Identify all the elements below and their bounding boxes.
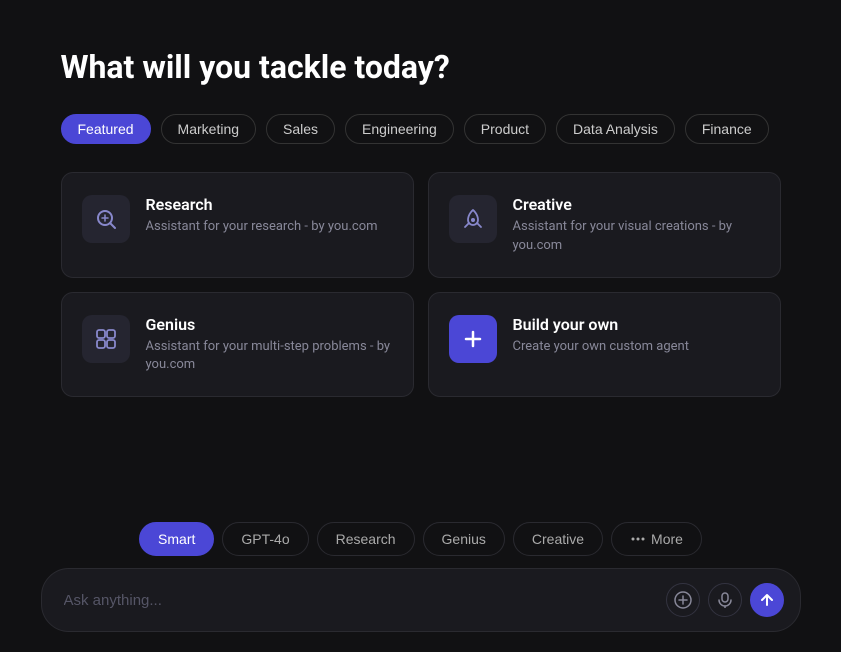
mode-tab-creative[interactable]: Creative [513, 522, 603, 556]
input-bar [41, 568, 801, 632]
genius-card-title: Genius [146, 315, 393, 334]
mode-tabs: Smart GPT-4o Research Genius Creative Mo… [139, 522, 702, 556]
card-research[interactable]: Research Assistant for your research - b… [61, 172, 414, 277]
genius-icon [82, 315, 130, 363]
ask-input[interactable] [64, 592, 656, 609]
build-your-own-card-title: Build your own [513, 315, 689, 334]
cards-grid: Research Assistant for your research - b… [61, 172, 781, 397]
filter-tab-marketing[interactable]: Marketing [161, 114, 256, 144]
mode-tab-genius[interactable]: Genius [423, 522, 505, 556]
page-title: What will you tackle today? [61, 48, 781, 86]
card-creative[interactable]: Creative Assistant for your visual creat… [428, 172, 781, 277]
research-card-title: Research [146, 195, 378, 214]
research-card-desc: Assistant for your research - by you.com [146, 218, 378, 236]
mode-tab-more[interactable]: More [611, 522, 702, 556]
filter-tab-featured[interactable]: Featured [61, 114, 151, 144]
creative-card-title: Creative [513, 195, 760, 214]
creative-card-text: Creative Assistant for your visual creat… [513, 195, 760, 254]
mic-button[interactable] [708, 583, 742, 617]
genius-card-desc: Assistant for your multi-step problems -… [146, 338, 393, 374]
main-content: What will you tackle today? Featured Mar… [21, 0, 821, 522]
build-your-own-card-text: Build your own Create your own custom ag… [513, 315, 689, 356]
mode-tab-gpt4o[interactable]: GPT-4o [222, 522, 308, 556]
creative-card-desc: Assistant for your visual creations - by… [513, 218, 760, 254]
bottom-bar: Smart GPT-4o Research Genius Creative Mo… [0, 522, 841, 652]
card-build-your-own[interactable]: Build your own Create your own custom ag… [428, 292, 781, 397]
mode-tab-smart[interactable]: Smart [139, 522, 214, 556]
filter-tab-engineering[interactable]: Engineering [345, 114, 454, 144]
research-icon [82, 195, 130, 243]
research-card-text: Research Assistant for your research - b… [146, 195, 378, 236]
add-button[interactable] [666, 583, 700, 617]
filter-tab-product[interactable]: Product [464, 114, 546, 144]
build-your-own-card-desc: Create your own custom agent [513, 338, 689, 356]
card-genius[interactable]: Genius Assistant for your multi-step pro… [61, 292, 414, 397]
build-your-own-icon [449, 315, 497, 363]
creative-icon [449, 195, 497, 243]
genius-card-text: Genius Assistant for your multi-step pro… [146, 315, 393, 374]
filter-tabs: Featured Marketing Sales Engineering Pro… [61, 114, 781, 144]
input-actions [666, 583, 784, 617]
filter-tab-sales[interactable]: Sales [266, 114, 335, 144]
send-button[interactable] [750, 583, 784, 617]
filter-tab-data-analysis[interactable]: Data Analysis [556, 114, 675, 144]
mode-tab-research[interactable]: Research [317, 522, 415, 556]
filter-tab-finance[interactable]: Finance [685, 114, 769, 144]
